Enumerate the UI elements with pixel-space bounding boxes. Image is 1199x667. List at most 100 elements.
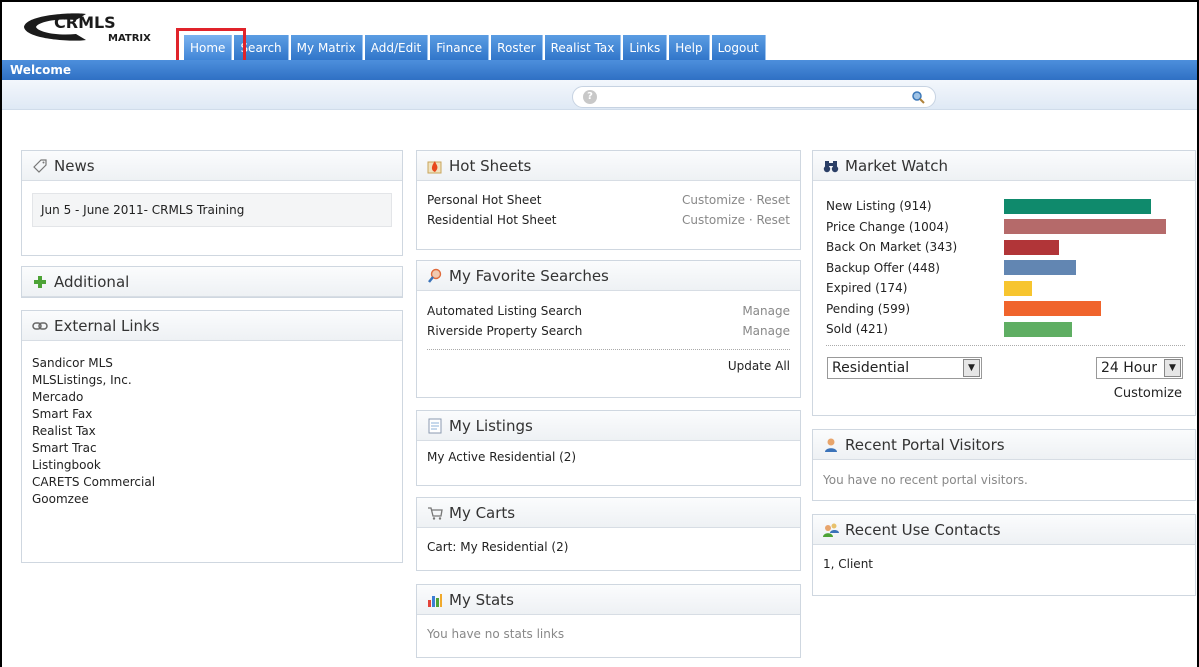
my-carts-title: My Carts [449, 503, 516, 522]
external-link[interactable]: CARETS Commercial [32, 474, 392, 491]
search-icon[interactable] [911, 90, 925, 104]
hot-sheets-title: Hot Sheets [449, 156, 532, 175]
hot-sheet-link[interactable]: Residential Hot Sheet [427, 213, 557, 227]
external-link[interactable]: Sandicor MLS [32, 355, 392, 372]
market-watch-bar[interactable] [1004, 219, 1166, 235]
favorite-searches-panel: My Favorite Searches Automated Listing S… [416, 260, 801, 398]
hot-sheets-list: Personal Hot Sheet Customize · Reset Resid… [417, 181, 800, 236]
market-watch-row[interactable]: Price Change (1004) [826, 217, 1185, 238]
market-watch-row[interactable]: Expired (174) [826, 278, 1185, 299]
reset-link[interactable]: Reset [756, 193, 790, 207]
nav-tab-finance[interactable]: Finance [430, 35, 490, 61]
separator: · [748, 193, 753, 207]
nav-tab-links[interactable]: Links [623, 35, 668, 61]
no-stats-message: You have no stats links [427, 627, 565, 641]
help-icon[interactable]: ? [583, 90, 597, 104]
nav-tab-roster[interactable]: Roster [491, 35, 543, 61]
hot-sheets-panel: Hot Sheets Personal Hot Sheet Customize ·… [416, 150, 801, 250]
nav-tab-help[interactable]: Help [669, 35, 710, 61]
property-type-select[interactable]: Residential ▼ [827, 357, 982, 379]
cart-icon [428, 506, 443, 520]
news-title: News [54, 156, 95, 175]
market-watch-label[interactable]: New Listing (914) [826, 199, 1004, 213]
external-link[interactable]: Realist Tax [32, 423, 392, 440]
dropdown-arrow-icon: ▼ [963, 359, 980, 377]
welcome-bar: Welcome [2, 60, 1197, 80]
document-icon [428, 418, 442, 433]
external-link[interactable]: Goomzee [32, 491, 392, 508]
market-watch-row[interactable]: Pending (599) [826, 299, 1185, 320]
market-watch-label[interactable]: Backup Offer (448) [826, 261, 1004, 275]
my-carts-header: My Carts [417, 498, 800, 528]
favorite-search-link[interactable]: Riverside Property Search [427, 324, 582, 338]
favorite-searches-header: My Favorite Searches [417, 261, 800, 291]
market-watch-row[interactable]: Backup Offer (448) [826, 258, 1185, 279]
portal-visitors-panel: Recent Portal Visitors You have no recen… [812, 429, 1196, 501]
separator: · [748, 213, 753, 227]
manage-link[interactable]: Manage [742, 304, 790, 318]
hot-sheet-link[interactable]: Personal Hot Sheet [427, 193, 541, 207]
external-link[interactable]: Smart Trac [32, 440, 392, 457]
my-stats-header: My Stats [417, 585, 800, 615]
market-watch-bar[interactable] [1004, 280, 1032, 296]
market-watch-label[interactable]: Sold (421) [826, 322, 1004, 336]
additional-header[interactable]: Additional [22, 267, 402, 297]
nav-tab-logout[interactable]: Logout [711, 35, 766, 61]
manage-link[interactable]: Manage [742, 324, 790, 338]
market-watch-label[interactable]: Price Change (1004) [826, 220, 1004, 234]
customize-link[interactable]: Customize [1114, 386, 1182, 401]
external-link[interactable]: Mercado [32, 389, 392, 406]
external-link[interactable]: Listingbook [32, 457, 392, 474]
no-visitors-message: You have no recent portal visitors. [823, 473, 1028, 487]
my-active-residential-link[interactable]: My Active Residential (2) [427, 450, 790, 464]
market-watch-bar[interactable] [1004, 260, 1076, 276]
customize-link[interactable]: Customize [682, 213, 745, 227]
market-watch-bar[interactable] [1004, 198, 1151, 214]
favorite-search-link[interactable]: Automated Listing Search [427, 304, 582, 318]
crmls-logo[interactable]: CRMLS MATRIX [16, 8, 166, 46]
main-nav: Home Search My Matrix Add/Edit Finance Roster… [184, 35, 766, 61]
news-item[interactable]: Jun 5 - June 2011- CRMLS Training [32, 193, 392, 227]
recent-contacts-panel: Recent Use Contacts 1, Client [812, 514, 1196, 596]
market-watch-row[interactable]: Sold (421) [826, 319, 1185, 340]
external-links-header: External Links [22, 311, 402, 341]
plus-icon [34, 275, 46, 288]
quick-search-input[interactable] [603, 89, 903, 105]
nav-tab-add-edit[interactable]: Add/Edit [364, 35, 429, 61]
cart-link[interactable]: Cart: My Residential (2) [427, 540, 790, 554]
customize-link[interactable]: Customize [682, 193, 745, 207]
market-watch-label[interactable]: Pending (599) [826, 302, 1004, 316]
hot-sheet-row: Residential Hot Sheet Customize · Reset [427, 210, 790, 230]
portal-visitors-header: Recent Portal Visitors [813, 430, 1195, 460]
my-carts-panel: My Carts Cart: My Residential (2) [416, 497, 801, 571]
nav-tab-realist-tax[interactable]: Realist Tax [544, 35, 622, 61]
market-watch-row[interactable]: Back On Market (343) [826, 237, 1185, 258]
market-watch-label[interactable]: Back On Market (343) [826, 240, 1004, 254]
market-watch-bar[interactable] [1004, 301, 1101, 317]
market-watch-bar[interactable] [1004, 321, 1072, 337]
fire-icon [427, 160, 442, 173]
market-watch-header: Market Watch [813, 151, 1195, 181]
market-watch-chart: New Listing (914) Price Change (1004) Back… [826, 196, 1185, 340]
external-link[interactable]: Smart Fax [32, 406, 392, 423]
update-all-link[interactable]: Update All [427, 359, 790, 373]
my-listings-title: My Listings [449, 416, 533, 435]
hot-sheet-row: Personal Hot Sheet Customize · Reset [427, 190, 790, 210]
market-watch-bar[interactable] [1004, 239, 1059, 255]
nav-tab-my-matrix[interactable]: My Matrix [290, 35, 363, 61]
favorite-search-row: Automated Listing Search Manage [427, 301, 790, 321]
favorite-searches-title: My Favorite Searches [449, 266, 609, 285]
additional-panel: Additional [21, 266, 403, 298]
market-watch-panel: Market Watch New Listing (914) Price Chan… [812, 150, 1196, 416]
quick-search: ? [572, 86, 936, 108]
magnifier-icon [428, 268, 442, 283]
additional-title: Additional [54, 272, 130, 291]
period-select[interactable]: 24 Hour ▼ [1096, 357, 1183, 379]
external-link[interactable]: MLSListings, Inc. [32, 372, 392, 389]
market-watch-label[interactable]: Expired (174) [826, 281, 1004, 295]
portal-visitors-title: Recent Portal Visitors [845, 435, 1005, 454]
my-stats-title: My Stats [449, 590, 514, 609]
reset-link[interactable]: Reset [756, 213, 790, 227]
market-watch-row[interactable]: New Listing (914) [826, 196, 1185, 217]
contact-item[interactable]: 1, Client [823, 557, 1185, 571]
